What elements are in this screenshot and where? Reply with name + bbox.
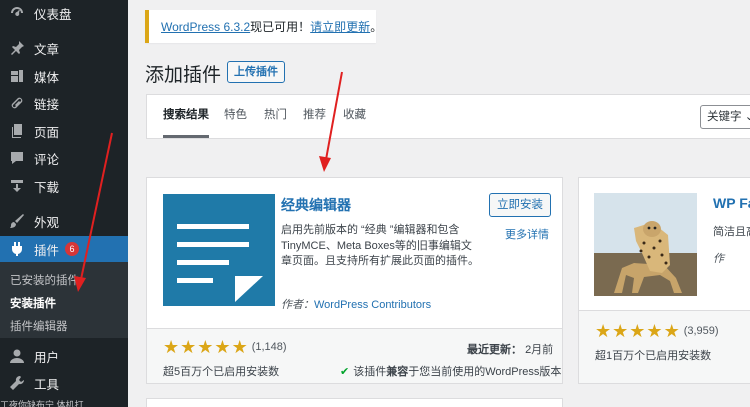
star-icon: ★ (646, 321, 663, 341)
more-details-link[interactable]: 更多详情 (505, 226, 549, 242)
plugin-card-second: WP Fa 简洁且高 作 ★★★★★ (3,959) 超1百万个已启用安装数 (578, 177, 750, 384)
author-link[interactable]: WordPress Contributors (314, 299, 431, 311)
download-icon (8, 177, 26, 195)
star-icon: ★ (214, 337, 231, 357)
menu-label: 外观 (34, 215, 60, 230)
last-updated: 最近更新： 2月前 (467, 341, 553, 357)
plugin2-card-bottom: ★ ★ ★ ★ ★ (3,959) 超1百万个已启用安装数 (579, 310, 750, 383)
menu-item-tools[interactable]: 工具 (0, 370, 128, 396)
menu-item-downloads[interactable]: 下载 (0, 173, 128, 199)
plugin-name-link[interactable]: 经典编辑器 (281, 195, 351, 215)
tab-featured[interactable]: 特色 (224, 95, 247, 138)
star-icon: ★ (197, 337, 214, 357)
pin-icon (8, 39, 26, 57)
notice-text: 现已可用！ (250, 20, 311, 34)
page-title: 添加插件 (145, 65, 222, 86)
update-now-link[interactable]: 请立即更新 (310, 20, 370, 34)
last-updated-label: 最近更新： (467, 344, 522, 356)
plugin2-name-link[interactable]: WP Fa (713, 195, 750, 211)
menu-item-users[interactable]: 用户 (0, 343, 128, 369)
cheetah-plugin-image (594, 193, 697, 296)
submenu-add-plugins[interactable]: 安装插件 (10, 295, 56, 311)
check-icon: ✔ (340, 366, 350, 378)
search-type-select[interactable]: 关键字 ⌄ (700, 105, 750, 129)
page-icon (8, 122, 26, 140)
plugin-card-classic-editor: 经典编辑器 立即安装 更多详情 启用先前版本的 “经典 ”编辑器和包含TinyM… (146, 177, 563, 384)
menu-label: 评论 (34, 152, 60, 167)
compat-prefix: 该插件 (353, 366, 387, 378)
plugin-filter-bar: 搜索结果 特色 热门 推荐 收藏 关键字 ⌄ (146, 94, 750, 139)
submenu-installed-plugins[interactable]: 已安装的插件 (10, 272, 79, 288)
menu-item-dashboard[interactable]: 仪表盘 (0, 0, 128, 26)
compat-bold: 兼容 (386, 366, 409, 378)
update-count-badge: 6 (65, 242, 80, 256)
rating-count[interactable]: (3,959) (684, 325, 719, 337)
wordpress-version-link[interactable]: WordPress 6.3.2 (161, 20, 250, 34)
plugin2-description: 简洁且高 (713, 226, 750, 238)
link-icon (8, 94, 26, 112)
star-icon: ★ (231, 337, 248, 357)
menu-label: 仪表盘 (34, 7, 72, 22)
user-icon (8, 347, 26, 365)
upload-plugin-button[interactable]: 上传插件 (227, 61, 285, 83)
menu-label: 文章 (34, 42, 60, 57)
star-icon: ★ (180, 337, 197, 357)
active-installs: 超1百万个已启用安装数 (595, 350, 712, 362)
menu-item-media[interactable]: 媒体 (0, 63, 128, 89)
plugin-author: 作者：WordPress Contributors (281, 296, 431, 312)
menu-label: 链接 (34, 97, 60, 112)
next-plugin-card-peek (146, 398, 563, 407)
media-icon (8, 67, 26, 85)
compatibility-notice: ✔ 该插件兼容于您当前使用的WordPress版本 (340, 363, 561, 379)
star-rating: ★ ★ ★ ★ ★ (1,148) (163, 337, 287, 357)
plugin-card-bottom: ★ ★ ★ ★ ★ (1,148) 超5百万个已启用安装数 最近更新： 2月前 ✔ 该插件… (147, 328, 562, 383)
star-icon: ★ (163, 337, 180, 357)
star-icon: ★ (612, 321, 629, 341)
menu-label: 媒体 (34, 70, 60, 85)
menu-label: 用户 (34, 350, 60, 365)
comment-icon (8, 149, 26, 167)
author-prefix: 作者： (281, 299, 314, 311)
menu-label: 插件 (34, 243, 60, 258)
install-now-button[interactable]: 立即安装 (489, 193, 551, 217)
rating-count[interactable]: (1,148) (252, 341, 287, 353)
tab-search-results[interactable]: 搜索结果 (163, 95, 209, 138)
menu-label: 下载 (34, 180, 60, 195)
menu-item-posts[interactable]: 文章 (0, 35, 128, 61)
plugin2-author: 作 (713, 253, 724, 265)
menu-label: 工具 (34, 377, 60, 392)
last-updated-value: 2月前 (525, 344, 554, 356)
plugin-icon (8, 240, 26, 258)
admin-sidebar: 仪表盘 文章 媒体 链接 页面 评论 下载 外观 插件 6 已安装的插件 安装插… (0, 0, 128, 407)
wrench-icon (8, 374, 26, 392)
classic-editor-icon (163, 194, 275, 306)
update-notice: WordPress 6.3.2现已可用！请立即更新。 (145, 10, 382, 43)
plugin-description: 启用先前版本的 “经典 ”编辑器和包含TinyMCE、Meta Boxes等的旧… (281, 224, 479, 267)
menu-item-appearance[interactable]: 外观 (0, 208, 128, 234)
star-icon: ★ (663, 321, 680, 341)
submenu-plugin-editor[interactable]: 插件编辑器 (10, 318, 68, 334)
compat-suffix: 于您当前使用的WordPress版本 (408, 366, 562, 378)
menu-label: 页面 (34, 125, 60, 140)
star-rating: ★ ★ ★ ★ ★ (3,959) (595, 321, 719, 341)
menu-item-comments[interactable]: 评论 (0, 145, 128, 171)
menu-item-links[interactable]: 链接 (0, 90, 128, 116)
brush-icon (8, 212, 26, 230)
menu-item-pages[interactable]: 页面 (0, 118, 128, 144)
active-installs: 超5百万个已启用安装数 (163, 366, 280, 378)
notice-end: 。 (370, 20, 383, 34)
dashboard-icon (8, 4, 26, 22)
plugins-submenu: 已安装的插件 安装插件 插件编辑器 (0, 262, 128, 338)
plugin-card-top: 经典编辑器 立即安装 更多详情 启用先前版本的 “经典 ”编辑器和包含TinyM… (147, 178, 562, 328)
tab-favorites[interactable]: 收藏 (343, 95, 366, 138)
menu-item-plugins[interactable]: 插件 6 (0, 236, 128, 262)
star-icon: ★ (629, 321, 646, 341)
tab-popular[interactable]: 热门 (264, 95, 287, 138)
tab-recommended[interactable]: 推荐 (303, 95, 326, 138)
star-icon: ★ (595, 321, 612, 341)
